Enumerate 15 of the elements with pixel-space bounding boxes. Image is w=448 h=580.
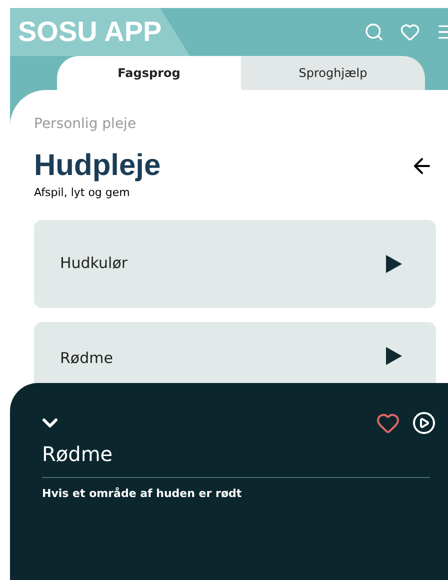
term-card[interactable]: Hudkulør bbox=[34, 220, 436, 308]
player-description: Hvis et område af huden er rødt bbox=[42, 486, 243, 502]
play-icon[interactable] bbox=[386, 346, 402, 364]
term-label: Rødme bbox=[60, 348, 113, 368]
tab[interactable]: Sproghjælp bbox=[241, 56, 425, 90]
app-title: SOSU APP bbox=[18, 18, 162, 46]
term-card[interactable]: Rødme bbox=[34, 322, 436, 382]
play-icon[interactable] bbox=[386, 254, 402, 272]
play-icon[interactable] bbox=[412, 411, 436, 435]
page-title: Hudpleje bbox=[34, 151, 161, 181]
page-subtitle: Afspil, lyt og gem bbox=[34, 185, 131, 201]
player-title: Rødme bbox=[42, 441, 114, 468]
heart-icon[interactable] bbox=[376, 411, 400, 435]
tab[interactable]: Fagsprog bbox=[57, 56, 241, 90]
term-label: Hudkulør bbox=[60, 253, 128, 274]
